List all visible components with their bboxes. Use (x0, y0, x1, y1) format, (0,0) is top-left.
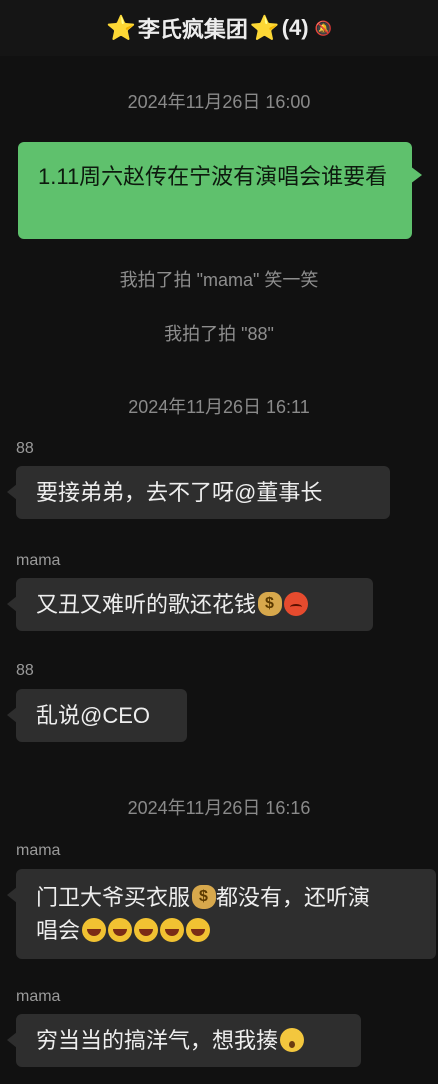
laughing-face-icon (108, 918, 133, 942)
laughing-face-icon (186, 918, 211, 942)
message-bubble[interactable]: 门卫大爷买衣服都没有，还听演 唱会 (7, 869, 436, 959)
message-text: 门卫大爷买衣服 (36, 885, 191, 910)
sender-name[interactable]: 88 (16, 662, 34, 680)
message-bubble[interactable]: 要接弟弟，去不了呀@董事长 (7, 466, 390, 519)
chat-header: ⭐ 李氏疯集团 ⭐ (4) 🔕 (0, 0, 438, 56)
sender-name[interactable]: mama (16, 552, 60, 570)
timestamp: 2024年11月26日 16:00 (127, 92, 311, 112)
message-text: 穷当当的搞洋气，想我揍 (36, 1028, 279, 1053)
star-icon: ⭐ (105, 14, 136, 42)
laughing-face-icon (160, 918, 185, 942)
money-bag-icon (258, 592, 283, 616)
member-count: (4) (281, 15, 309, 40)
flushed-face-icon (280, 1028, 305, 1052)
money-bag-icon (192, 885, 217, 909)
system-message: 我拍了拍 "mama" 笑一笑 (119, 270, 319, 290)
group-name: 李氏疯集团 (137, 17, 248, 42)
message-bubble[interactable]: 穷当当的搞洋气，想我揍 (7, 1014, 361, 1067)
mute-bell-icon: 🔕 (314, 19, 333, 36)
sender-name[interactable]: mama (16, 988, 60, 1006)
outgoing-message-bubble[interactable]: 1.11周六赵传在宁波有演唱会谁要看 (18, 142, 422, 239)
system-message: 我拍了拍 "88" (164, 324, 274, 344)
sender-name[interactable]: mama (16, 842, 60, 860)
message-text: 又丑又难听的歌还花钱 (36, 592, 257, 617)
message-bubble[interactable]: 乱说@CEO (7, 689, 187, 742)
timestamp: 2024年11月26日 16:11 (128, 397, 310, 417)
angry-face-icon (284, 592, 309, 616)
message-text: 唱会 (36, 918, 81, 943)
sender-name[interactable]: 88 (16, 440, 34, 458)
timestamp: 2024年11月26日 16:16 (127, 798, 311, 818)
star-icon: ⭐ (249, 14, 280, 42)
laughing-face-icon (82, 918, 107, 942)
message-text: 都没有，还听演 (216, 885, 371, 910)
chat-title[interactable]: ⭐ 李氏疯集团 ⭐ (4) 🔕 (106, 12, 332, 44)
message-bubble[interactable]: 又丑又难听的歌还花钱 (7, 578, 373, 631)
laughing-face-icon (134, 918, 159, 942)
